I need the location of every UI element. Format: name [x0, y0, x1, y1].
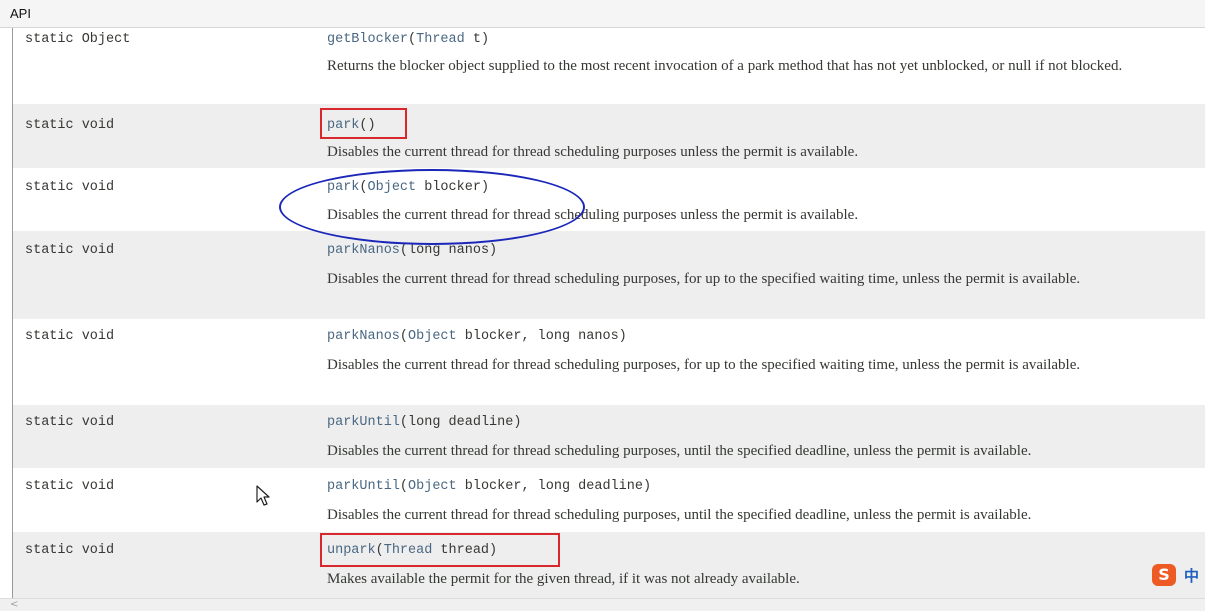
- method-modifier: static void: [25, 479, 115, 494]
- param-type-link[interactable]: Object: [408, 329, 457, 344]
- method-signature: parkNanos(Object blocker, long nanos): [327, 329, 627, 344]
- table-row: static void park(Object blocker) Disable…: [13, 168, 1205, 231]
- scroll-left-arrow-icon[interactable]: <: [10, 599, 18, 610]
- arrow-cursor-icon: [256, 485, 270, 506]
- window-title: API: [10, 6, 31, 21]
- method-link[interactable]: parkUntil: [327, 415, 400, 430]
- highlight-ellipse-park-blocker: [279, 169, 585, 245]
- method-link[interactable]: parkUntil: [327, 479, 400, 494]
- table-row: static void park() Disables the current …: [13, 104, 1205, 168]
- method-modifier: static void: [25, 180, 115, 195]
- horizontal-scrollbar[interactable]: <: [0, 598, 1205, 611]
- window-titlebar: API: [0, 0, 1205, 28]
- method-link[interactable]: parkNanos: [327, 329, 400, 344]
- method-description: Disables the current thread for thread s…: [327, 144, 859, 160]
- method-description: Disables the current thread for thread s…: [327, 507, 1032, 523]
- method-summary-table: static Object getBlocker(Thread t) Retur…: [12, 28, 1205, 598]
- table-row: static void parkNanos(Object blocker, lo…: [13, 319, 1205, 405]
- method-modifier: static void: [25, 543, 115, 558]
- method-signature: parkUntil(Object blocker, long deadline): [327, 479, 652, 494]
- method-modifier: static void: [25, 415, 115, 430]
- method-description: Disables the current thread for thread s…: [327, 443, 1032, 459]
- method-signature: parkUntil(long deadline): [327, 415, 522, 430]
- method-signature: getBlocker(Thread t): [327, 32, 490, 47]
- highlight-box-park: [320, 108, 407, 139]
- param-type-link[interactable]: Thread: [416, 32, 465, 47]
- table-row: static Object getBlocker(Thread t) Retur…: [13, 28, 1205, 104]
- method-modifier: static void: [25, 329, 115, 344]
- method-description: Disables the current thread for thread s…: [327, 271, 1081, 287]
- param-type-link[interactable]: Object: [408, 479, 457, 494]
- table-row: static void unpark(Thread thread) Makes …: [13, 532, 1205, 598]
- method-link[interactable]: parkNanos: [327, 243, 400, 258]
- table-row: static void parkNanos(long nanos) Disabl…: [13, 231, 1205, 319]
- method-description: Returns the blocker object supplied to t…: [327, 58, 1123, 74]
- highlight-box-unpark: [320, 533, 560, 567]
- table-row: static void parkUntil(long deadline) Dis…: [13, 405, 1205, 468]
- ime-language-label: 中: [1184, 567, 1200, 585]
- table-row: static void parkUntil(Object blocker, lo…: [13, 468, 1205, 532]
- sogou-logo-icon: S: [1152, 564, 1176, 586]
- method-signature: parkNanos(long nanos): [327, 243, 498, 258]
- method-modifier: static void: [25, 243, 115, 258]
- method-description: Disables the current thread for thread s…: [327, 357, 1081, 373]
- method-modifier: static Object: [25, 32, 131, 47]
- method-link[interactable]: getBlocker: [327, 32, 408, 47]
- method-modifier: static void: [25, 118, 115, 133]
- method-description: Makes available the permit for the given…: [327, 571, 800, 587]
- ime-indicator[interactable]: S 中: [1152, 562, 1205, 588]
